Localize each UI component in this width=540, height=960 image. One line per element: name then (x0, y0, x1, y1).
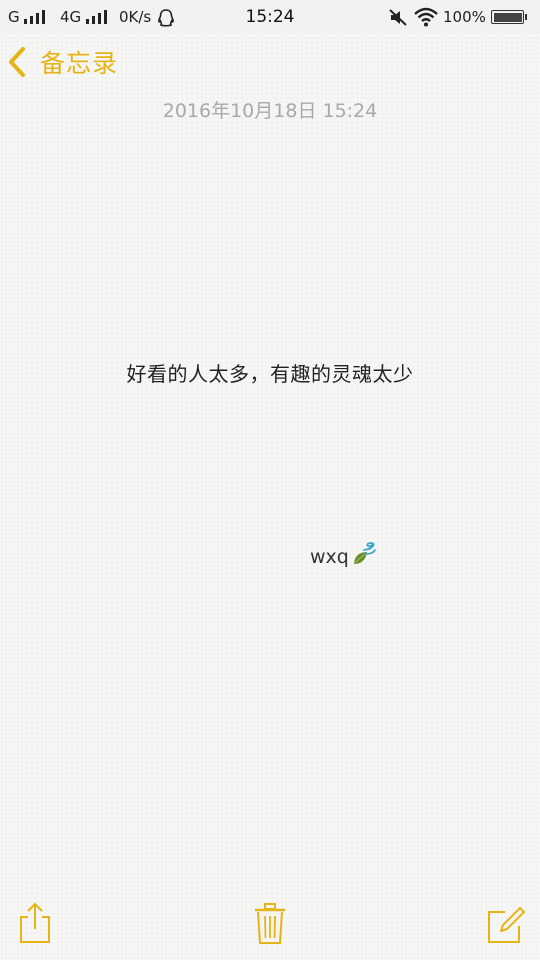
trash-icon (255, 903, 285, 944)
compose-icon (488, 907, 525, 943)
battery-percent: 100% (443, 8, 486, 26)
note-body-text[interactable]: 好看的人太多，有趣的灵魂太少 (0, 358, 540, 387)
tea-leaf-icon (353, 542, 376, 564)
share-button[interactable] (18, 900, 52, 948)
chevron-left-icon (9, 47, 25, 77)
back-label: 备忘录 (40, 49, 119, 78)
signature-text: wxq (310, 546, 349, 568)
mute-icon (389, 9, 407, 26)
status-bar: G 4G 0K/s 15:24 100% (0, 0, 540, 34)
compose-button[interactable] (487, 906, 525, 950)
share-icon (20, 902, 50, 943)
note-timestamp: 2016年10月18日 15:24 (162, 100, 378, 122)
note-signature[interactable]: wxq (310, 542, 379, 568)
wifi-icon (414, 7, 438, 27)
delete-button[interactable] (254, 902, 286, 950)
back-button[interactable]: 备忘录 (6, 42, 118, 82)
battery-icon (491, 10, 527, 24)
